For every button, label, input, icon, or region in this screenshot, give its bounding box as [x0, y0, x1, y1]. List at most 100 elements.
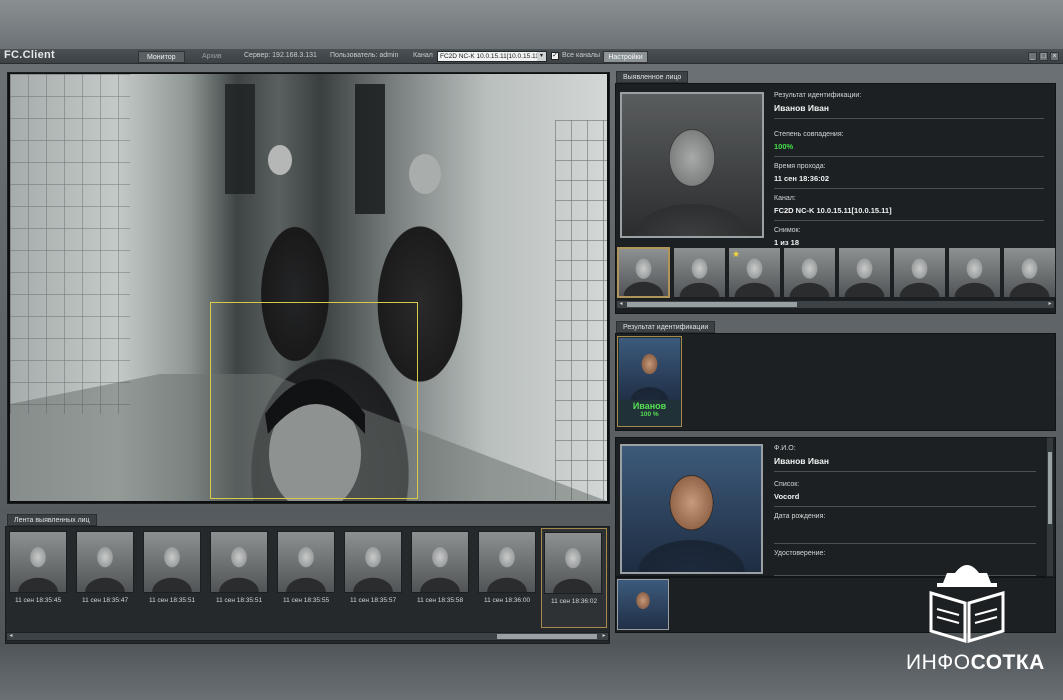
feed-item-time: 11 сен 18:35:51: [215, 597, 263, 604]
result-value: Иванов Иван: [774, 103, 829, 113]
channel-info-label: Канал:: [774, 195, 796, 202]
wall-tiles-right: [555, 120, 607, 500]
profile-photo-thumb[interactable]: [617, 579, 669, 630]
face-thumbnail: [9, 531, 67, 593]
channel-label: Канал: [413, 52, 433, 59]
birth-label: Дата рождения:: [774, 513, 826, 520]
snapshot-thumb[interactable]: [1003, 247, 1056, 298]
feed-item-selected[interactable]: 11 сен 18:36:02: [541, 528, 607, 628]
server-label: Сервер: 192.168.3.131: [244, 52, 317, 59]
time-label: Время прохода:: [774, 163, 826, 170]
feed-item[interactable]: 11 сен 18:35:57: [342, 531, 404, 607]
match-label: Степень совпадения:: [774, 131, 844, 138]
divider: [774, 188, 1044, 189]
scroll-thumb[interactable]: [1048, 452, 1052, 524]
face-thumbnail: [478, 531, 536, 593]
detected-face-photo: [620, 92, 764, 238]
snapshot-thumb[interactable]: [948, 247, 1001, 298]
face-thumbnail: [277, 531, 335, 593]
feed-item-time: 11 сен 18:36:00: [483, 597, 531, 604]
face-thumbnail: [411, 531, 469, 593]
tab-archive[interactable]: Архив: [194, 51, 230, 63]
time-value: 11 сен 18:36:02: [774, 174, 829, 183]
divider: [774, 506, 1036, 507]
snapshot-thumb[interactable]: [838, 247, 891, 298]
feed-item[interactable]: 11 сен 18:35:45: [7, 531, 69, 607]
face-thumbnail: [344, 531, 402, 593]
feed-item[interactable]: 11 сен 18:35:47: [74, 531, 136, 607]
tab-monitor[interactable]: Монитор: [138, 51, 185, 63]
face-thumbnail: [210, 531, 268, 593]
feed-item-time: 11 сен 18:35:51: [148, 597, 196, 604]
maximize-icon[interactable]: □: [1039, 52, 1048, 61]
wall-tiles-left: [10, 74, 130, 414]
divider: [774, 156, 1044, 157]
result-label: Результат идентификации:: [774, 92, 862, 99]
feed-item-time: 11 сен 18:36:02: [550, 598, 598, 605]
snapshot-thumb[interactable]: [673, 247, 726, 298]
snapshot-thumb[interactable]: [783, 247, 836, 298]
chevron-down-icon[interactable]: ▾: [537, 52, 546, 61]
feed-item-time: 11 сен 18:35:45: [14, 597, 62, 604]
tab-face-feed[interactable]: Лента выявленных лиц: [7, 514, 97, 526]
face-thumbnail: [619, 249, 668, 296]
tab-detected-face[interactable]: Выявленное лицо: [616, 71, 689, 83]
list-value: Vocord: [774, 492, 800, 501]
profile-photo: [620, 444, 763, 574]
all-channels-label: Все каналы: [562, 52, 600, 59]
fio-value: Иванов Иван: [774, 456, 829, 466]
identification-card[interactable]: Иванов 100 %: [617, 336, 682, 427]
candidate-photo: [619, 338, 680, 400]
candidate-percent: 100 %: [640, 411, 659, 418]
face-thumbnail: [143, 531, 201, 593]
scroll-thumb[interactable]: [627, 302, 797, 307]
feed-item[interactable]: 11 сен 18:36:00: [476, 531, 538, 607]
channel-select[interactable]: FC2D NC-K 10.0.15.11[10.0.15.11] ▾: [437, 51, 547, 62]
divider: [774, 220, 1044, 221]
profile-scrollbar[interactable]: [1046, 437, 1054, 577]
face-detection-box: [210, 302, 418, 499]
snapshot-label: Снимок:: [774, 227, 801, 234]
snapshot-thumb[interactable]: [617, 247, 670, 298]
app-logo: FC.Client: [4, 49, 55, 61]
close-icon[interactable]: ×: [1050, 52, 1059, 61]
divider: [774, 543, 1036, 544]
snapshot-thumb-starred[interactable]: ★: [728, 247, 781, 298]
scroll-right-icon[interactable]: ▸: [1046, 301, 1054, 308]
scroll-left-icon[interactable]: ◂: [7, 633, 15, 640]
feed-item[interactable]: 11 сен 18:35:51: [141, 531, 203, 607]
minimize-icon[interactable]: _: [1028, 52, 1037, 61]
tab-identification-result[interactable]: Результат идентификации: [616, 321, 716, 333]
face-thumbnail: [1004, 248, 1055, 297]
user-label: Пользователь: admin: [330, 52, 399, 59]
match-value: 100%: [774, 142, 794, 151]
face-thumbnail: [674, 248, 725, 297]
feed-item[interactable]: 11 сен 18:35:51: [208, 531, 270, 607]
face-thumbnail: [618, 580, 668, 629]
snapshot-thumb[interactable]: [893, 247, 946, 298]
face-thumbnail: [949, 248, 1000, 297]
snapshots-scrollbar[interactable]: ◂ ▸: [616, 300, 1055, 309]
feed-item[interactable]: 11 сен 18:35:58: [409, 531, 471, 607]
divider: [774, 471, 1036, 472]
watermark-text-bold: СОТКА: [970, 651, 1045, 674]
channel-select-value: FC2D NC-K 10.0.15.11[10.0.15.11]: [440, 53, 541, 60]
feed-item-time: 11 сен 18:35:47: [81, 597, 129, 604]
watermark-text-light: ИНФО: [906, 651, 971, 674]
scroll-right-icon[interactable]: ▸: [600, 633, 608, 640]
candidate-name: Иванов: [632, 401, 667, 411]
star-icon: ★: [732, 249, 741, 259]
scroll-thumb[interactable]: [497, 634, 597, 639]
feed-item-time: 11 сен 18:35:55: [282, 597, 330, 604]
scroll-left-icon[interactable]: ◂: [617, 301, 625, 308]
watermark-text: ИНФОСОТКА: [906, 651, 1045, 675]
fio-label: Ф.И.О:: [774, 445, 796, 452]
birth-value: [774, 524, 1036, 533]
list-label: Список:: [774, 481, 800, 488]
face-thumbnail: [76, 531, 134, 593]
settings-button[interactable]: Настройки: [603, 51, 648, 63]
all-channels-checkbox[interactable]: ✓: [551, 52, 559, 60]
snapshot-value: 1 из 18: [774, 238, 800, 247]
feed-item[interactable]: 11 сен 18:35:55: [275, 531, 337, 607]
feed-scrollbar[interactable]: ◂ ▸: [6, 632, 609, 641]
